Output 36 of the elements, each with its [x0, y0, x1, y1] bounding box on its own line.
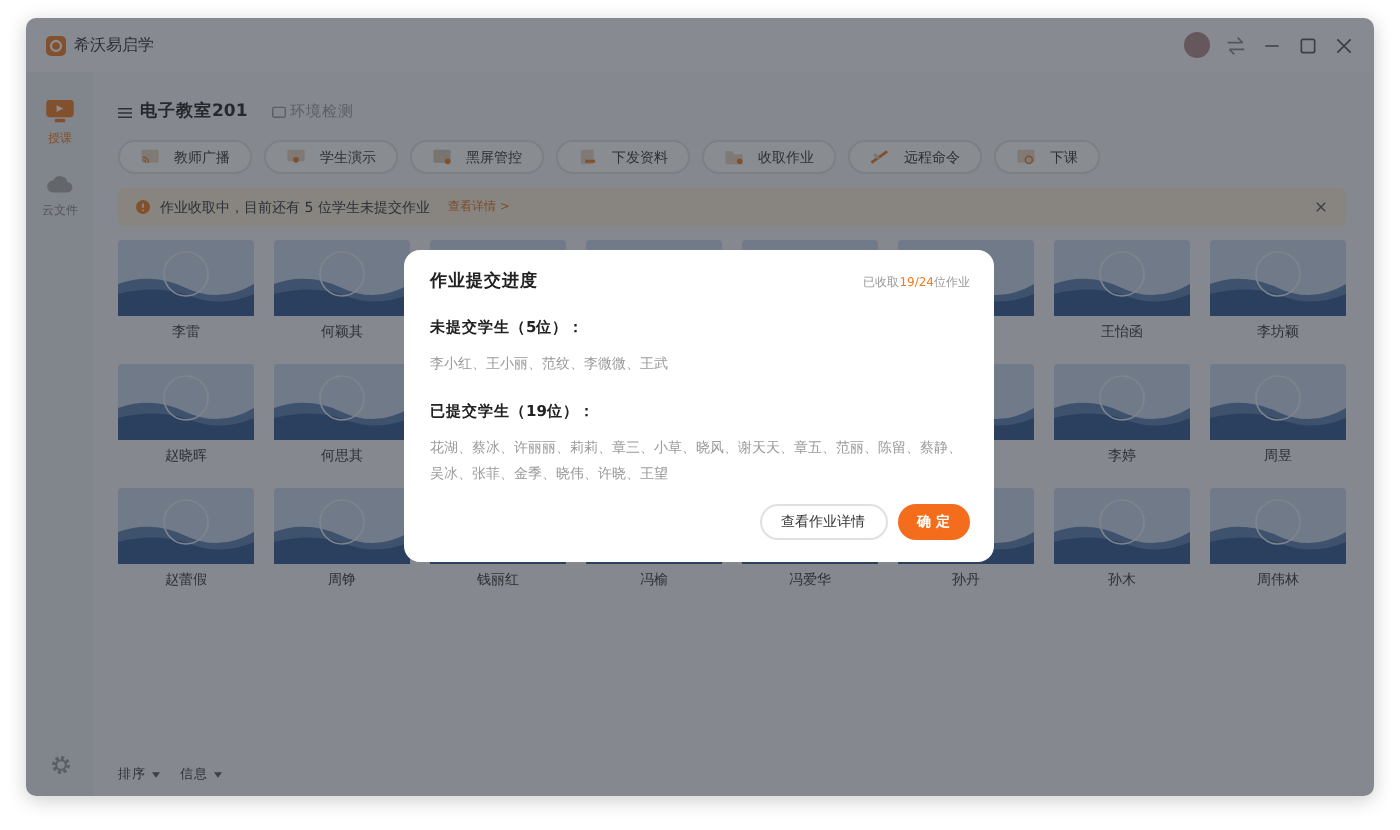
toolbar-icon — [870, 148, 890, 166]
screen-thumbnail[interactable] — [118, 240, 254, 316]
screen-thumbnail[interactable] — [1054, 364, 1190, 440]
swap-icon[interactable] — [1226, 35, 1246, 55]
screen-thumbnail[interactable] — [1054, 488, 1190, 564]
toolbar-icon — [578, 148, 598, 166]
maximize-icon[interactable] — [1298, 35, 1318, 55]
screen-thumbnail[interactable] — [118, 488, 254, 564]
screen-thumbnail[interactable] — [274, 240, 410, 316]
toolbar-icon — [1016, 148, 1036, 166]
screen-thumbnail[interactable] — [274, 364, 410, 440]
caret-icon — [214, 772, 222, 778]
screen-thumbnail[interactable] — [1210, 240, 1346, 316]
menu-icon[interactable] — [118, 105, 132, 119]
close-icon[interactable] — [1334, 35, 1354, 55]
settings-icon[interactable] — [49, 754, 71, 776]
screen-thumbnail[interactable] — [118, 364, 254, 440]
toolbar-icon — [286, 148, 306, 166]
classroom-title: 电子教室201 — [140, 100, 248, 124]
close-icon[interactable] — [1314, 200, 1328, 214]
info-icon — [136, 200, 150, 214]
screen-thumbnail[interactable] — [1054, 240, 1190, 316]
dialog-title: 作业提交进度 — [430, 270, 538, 294]
monitor-icon — [271, 105, 286, 119]
window-title: 希沃易启学 — [74, 34, 154, 56]
cloud-icon — [46, 172, 74, 196]
screen-thumbnail[interactable] — [274, 488, 410, 564]
avatar[interactable] — [1184, 32, 1210, 58]
screen-thumbnail[interactable] — [1210, 488, 1346, 564]
toolbar-icon — [724, 148, 744, 166]
monitor-icon — [46, 100, 74, 124]
screen-thumbnail[interactable] — [1210, 364, 1346, 440]
toolbar-icon — [140, 148, 160, 166]
caret-icon — [152, 772, 160, 778]
logo-icon — [46, 35, 66, 55]
toolbar-icon — [432, 148, 452, 166]
